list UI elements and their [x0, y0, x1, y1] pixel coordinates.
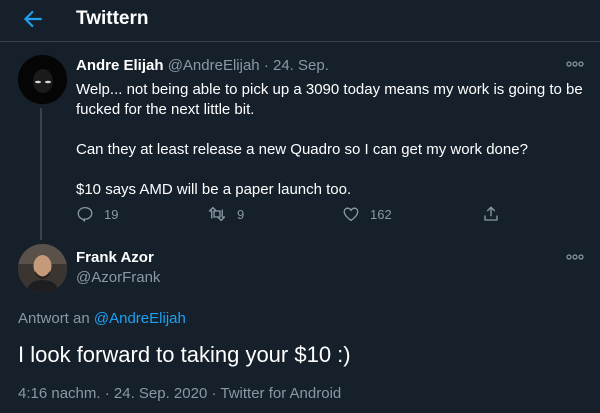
arrow-left-icon[interactable] — [20, 6, 46, 32]
tweet-header: Andre Elijah @AndreElijah · 24. Sep. — [76, 57, 329, 74]
thread-line — [40, 108, 42, 240]
reply-to-link[interactable]: @AndreElijah — [94, 310, 186, 327]
separator: · — [263, 57, 269, 74]
more-icon[interactable] — [566, 61, 584, 67]
top-bar: Twittern — [0, 0, 600, 42]
tweet-paragraph: Welp... not being able to pick up a 3090… — [76, 81, 583, 118]
reply-count: 19 — [104, 206, 119, 222]
like-icon — [343, 207, 359, 222]
reply-icon — [77, 206, 93, 223]
author-name[interactable]: Andre Elijah — [76, 57, 164, 74]
reply-prefix: Antwort an — [18, 310, 90, 327]
author-handle[interactable]: @AndreElijah — [168, 57, 260, 74]
tweet-text: Welp... not being able to pick up a 3090… — [76, 80, 591, 220]
share-button[interactable] — [482, 204, 510, 224]
tweet-text: I look forward to taking your $10 :) — [18, 342, 351, 367]
retweet-icon — [208, 206, 226, 222]
tweet-actions: 19 9 162 — [76, 204, 516, 224]
retweet-count: 9 — [237, 206, 245, 222]
page-title: Twittern — [76, 8, 149, 29]
tweet-paragraph: Can they at least release a new Quadro s… — [76, 141, 528, 158]
tweet-timestamp[interactable]: 4:16 nachm. · 24. Sep. 2020 · Twitter fo… — [18, 385, 341, 402]
tweet-paragraph: $10 says AMD will be a paper launch too. — [76, 181, 352, 198]
avatar[interactable] — [18, 55, 67, 104]
share-icon — [484, 206, 498, 221]
reply-context: Antwort an @AndreElijah — [18, 310, 186, 327]
more-icon[interactable] — [566, 254, 584, 260]
tweet-date[interactable]: 24. Sep. — [273, 57, 329, 74]
author-handle[interactable]: @AzorFrank — [76, 269, 160, 286]
author-name[interactable]: Frank Azor — [76, 249, 154, 266]
avatar[interactable] — [18, 244, 67, 293]
like-count: 162 — [370, 206, 392, 222]
reply-button[interactable]: 19 — [76, 204, 118, 224]
like-button[interactable]: 162 — [342, 204, 392, 224]
retweet-button[interactable]: 9 — [207, 204, 244, 224]
